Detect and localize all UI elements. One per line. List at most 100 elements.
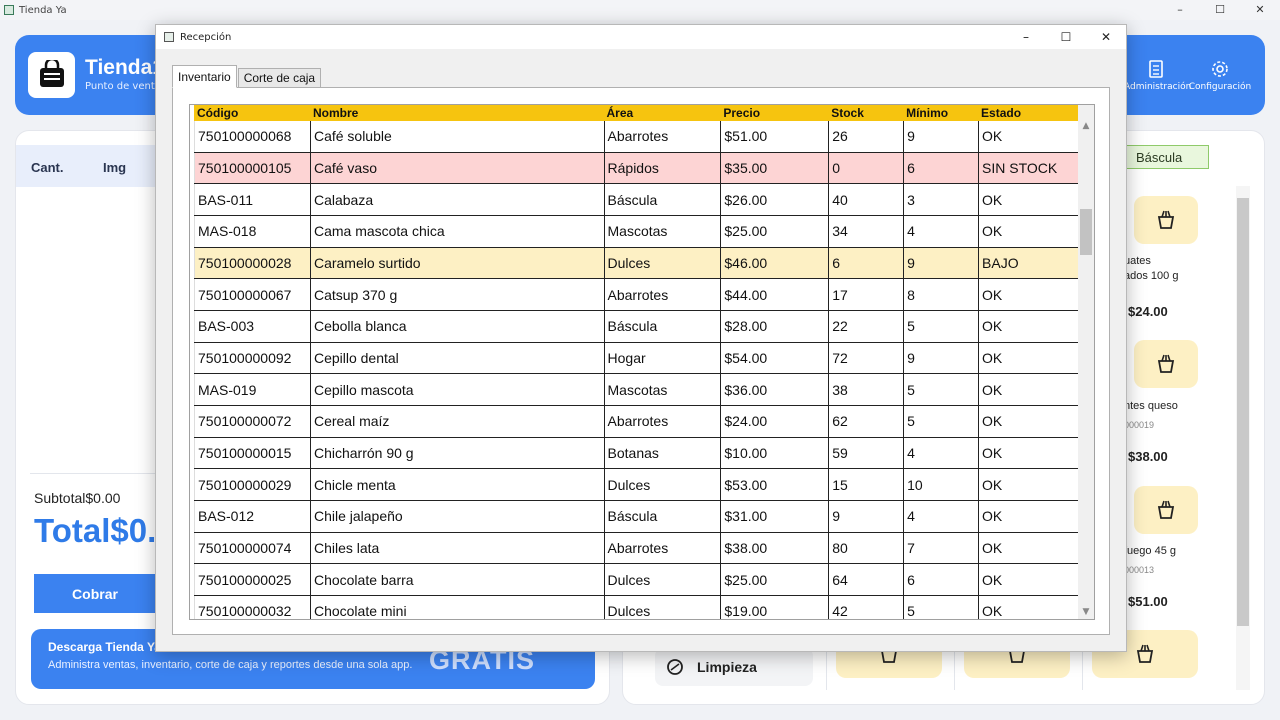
cell-stock[interactable]: 38 bbox=[828, 373, 905, 406]
cell-area[interactable]: Báscula bbox=[604, 310, 722, 343]
product-image-icon[interactable] bbox=[1134, 486, 1198, 534]
scroll-down-icon[interactable]: ▼ bbox=[1078, 607, 1094, 617]
col-header-codigo[interactable]: Código bbox=[194, 105, 311, 121]
cell-area[interactable]: Rápidos bbox=[604, 152, 722, 185]
cell-stock[interactable]: 34 bbox=[828, 215, 905, 248]
cell-precio[interactable]: $46.00 bbox=[720, 247, 830, 280]
cell-stock[interactable]: 62 bbox=[828, 405, 905, 438]
cell-precio[interactable]: $35.00 bbox=[720, 152, 830, 185]
cell-nombre[interactable]: Café vaso bbox=[310, 152, 605, 185]
cell-minimo[interactable]: 3 bbox=[903, 183, 980, 216]
cell-area[interactable]: Hogar bbox=[604, 342, 722, 375]
cell-minimo[interactable]: 5 bbox=[903, 310, 980, 343]
cell-area[interactable]: Mascotas bbox=[604, 373, 722, 406]
cell-estado[interactable]: OK bbox=[978, 468, 1080, 502]
cell-minimo[interactable]: 6 bbox=[903, 152, 980, 185]
cell-stock[interactable]: 22 bbox=[828, 310, 905, 343]
cell-estado[interactable]: OK bbox=[978, 500, 1080, 533]
table-row[interactable]: 750100000028 Caramelo surtido Dulces $46.00… bbox=[194, 247, 1080, 280]
cell-codigo[interactable]: MAS-019 bbox=[194, 373, 311, 406]
table-row[interactable]: 750100000032 Chocolate mini Dulces $19.00 42… bbox=[194, 595, 1080, 619]
cell-nombre[interactable]: Chicle menta bbox=[310, 468, 605, 502]
table-row[interactable]: 750100000072 Cereal maíz Abarrotes $24.00 62… bbox=[194, 405, 1080, 438]
cell-codigo[interactable]: 750100000072 bbox=[194, 405, 311, 438]
cell-minimo[interactable]: 10 bbox=[903, 468, 980, 502]
table-row[interactable]: 750100000067 Catsup 370 g Abarrotes $44.00 1… bbox=[194, 278, 1080, 311]
app-close-button[interactable]: ✕ bbox=[1240, 0, 1280, 20]
table-row[interactable]: MAS-019 Cepillo mascota Mascotas $36.00 38 5 O… bbox=[194, 373, 1080, 406]
cell-codigo[interactable]: BAS-003 bbox=[194, 310, 311, 343]
cell-estado[interactable]: OK bbox=[978, 183, 1080, 216]
cell-codigo[interactable]: 750100000092 bbox=[194, 342, 311, 375]
cell-minimo[interactable]: 8 bbox=[903, 278, 980, 311]
grid-scrollbar[interactable]: ▲ ▼ bbox=[1078, 105, 1094, 619]
cell-estado[interactable]: OK bbox=[978, 437, 1080, 470]
table-row[interactable]: 750100000029 Chicle menta Dulces $53.00 15 10… bbox=[194, 468, 1080, 502]
cell-minimo[interactable]: 4 bbox=[903, 215, 980, 248]
cell-nombre[interactable]: Cama mascota chica bbox=[310, 215, 605, 248]
cell-estado[interactable]: OK bbox=[978, 373, 1080, 406]
app-minimize-button[interactable]: – bbox=[1160, 0, 1200, 20]
dialog-close-button[interactable]: ✕ bbox=[1086, 25, 1126, 49]
cell-stock[interactable]: 80 bbox=[828, 532, 905, 565]
cell-nombre[interactable]: Chocolate barra bbox=[310, 563, 605, 597]
col-header-precio[interactable]: Precio bbox=[720, 105, 829, 121]
col-header-area[interactable]: Área bbox=[603, 105, 721, 121]
app-maximize-button[interactable]: ☐ bbox=[1200, 0, 1240, 20]
cobrar-button[interactable]: Cobrar bbox=[34, 574, 156, 613]
tab-inventario[interactable]: Inventario bbox=[172, 65, 237, 88]
cell-precio[interactable]: $24.00 bbox=[720, 405, 830, 438]
cell-minimo[interactable]: 4 bbox=[903, 500, 980, 533]
cell-area[interactable]: Báscula bbox=[604, 183, 722, 216]
product-image-icon[interactable] bbox=[1134, 196, 1198, 244]
cell-estado[interactable]: BAJO bbox=[978, 247, 1080, 280]
cell-estado[interactable]: OK bbox=[978, 563, 1080, 597]
cell-codigo[interactable]: BAS-011 bbox=[194, 183, 311, 216]
col-header-estado[interactable]: Estado bbox=[978, 105, 1080, 121]
category-limpieza-button[interactable]: Limpieza bbox=[655, 648, 813, 686]
cell-estado[interactable]: SIN STOCK bbox=[978, 152, 1080, 185]
cell-stock[interactable]: 64 bbox=[828, 563, 905, 597]
col-header-nombre[interactable]: Nombre bbox=[309, 105, 605, 121]
cell-estado[interactable]: OK bbox=[978, 121, 1080, 153]
cell-nombre[interactable]: Cepillo dental bbox=[310, 342, 605, 375]
cell-codigo[interactable]: 750100000074 bbox=[194, 532, 311, 565]
col-header-stock[interactable]: Stock bbox=[828, 105, 904, 121]
cell-precio[interactable]: $10.00 bbox=[720, 437, 830, 470]
table-row[interactable]: 750100000105 Café vaso Rápidos $35.00 0 6 SIN … bbox=[194, 152, 1080, 185]
cell-precio[interactable]: $25.00 bbox=[720, 215, 830, 248]
cell-nombre[interactable]: Calabaza bbox=[310, 183, 605, 216]
administracion-button[interactable]: Administración bbox=[1124, 60, 1191, 92]
cell-minimo[interactable]: 7 bbox=[903, 532, 980, 565]
cell-area[interactable]: Báscula bbox=[604, 500, 722, 533]
cell-nombre[interactable]: Chile jalapeño bbox=[310, 500, 605, 533]
cell-minimo[interactable]: 5 bbox=[903, 595, 980, 619]
cell-minimo[interactable]: 9 bbox=[903, 121, 980, 153]
cell-precio[interactable]: $19.00 bbox=[720, 595, 830, 619]
cell-minimo[interactable]: 9 bbox=[903, 342, 980, 375]
cell-area[interactable]: Botanas bbox=[604, 437, 722, 470]
cell-stock[interactable]: 42 bbox=[828, 595, 905, 619]
cell-precio[interactable]: $31.00 bbox=[720, 500, 830, 533]
cell-nombre[interactable]: Café soluble bbox=[310, 121, 605, 153]
cell-minimo[interactable]: 9 bbox=[903, 247, 980, 280]
dialog-titlebar[interactable]: Recepción bbox=[156, 25, 1126, 49]
cell-minimo[interactable]: 5 bbox=[903, 373, 980, 406]
product-image-icon[interactable] bbox=[1134, 340, 1198, 388]
cell-stock[interactable]: 40 bbox=[828, 183, 905, 216]
table-row[interactable]: 750100000074 Chiles lata Abarrotes $38.00 80… bbox=[194, 532, 1080, 565]
table-row[interactable]: MAS-018 Cama mascota chica Mascotas $25.00 3… bbox=[194, 215, 1080, 248]
cell-codigo[interactable]: 750100000105 bbox=[194, 152, 311, 185]
cell-area[interactable]: Dulces bbox=[604, 468, 722, 502]
cell-minimo[interactable]: 4 bbox=[903, 437, 980, 470]
cell-estado[interactable]: OK bbox=[978, 405, 1080, 438]
cell-codigo[interactable]: 750100000015 bbox=[194, 437, 311, 470]
cell-nombre[interactable]: Catsup 370 g bbox=[310, 278, 605, 311]
cell-area[interactable]: Dulces bbox=[604, 595, 722, 619]
cell-precio[interactable]: $26.00 bbox=[720, 183, 830, 216]
cell-stock[interactable]: 15 bbox=[828, 468, 905, 502]
table-row[interactable]: BAS-003 Cebolla blanca Báscula $28.00 22 5 OK bbox=[194, 310, 1080, 343]
table-row[interactable]: 750100000025 Chocolate barra Dulces $25.00 6… bbox=[194, 563, 1080, 597]
catalog-scrollbar[interactable] bbox=[1236, 186, 1250, 690]
cell-stock[interactable]: 0 bbox=[828, 152, 905, 185]
